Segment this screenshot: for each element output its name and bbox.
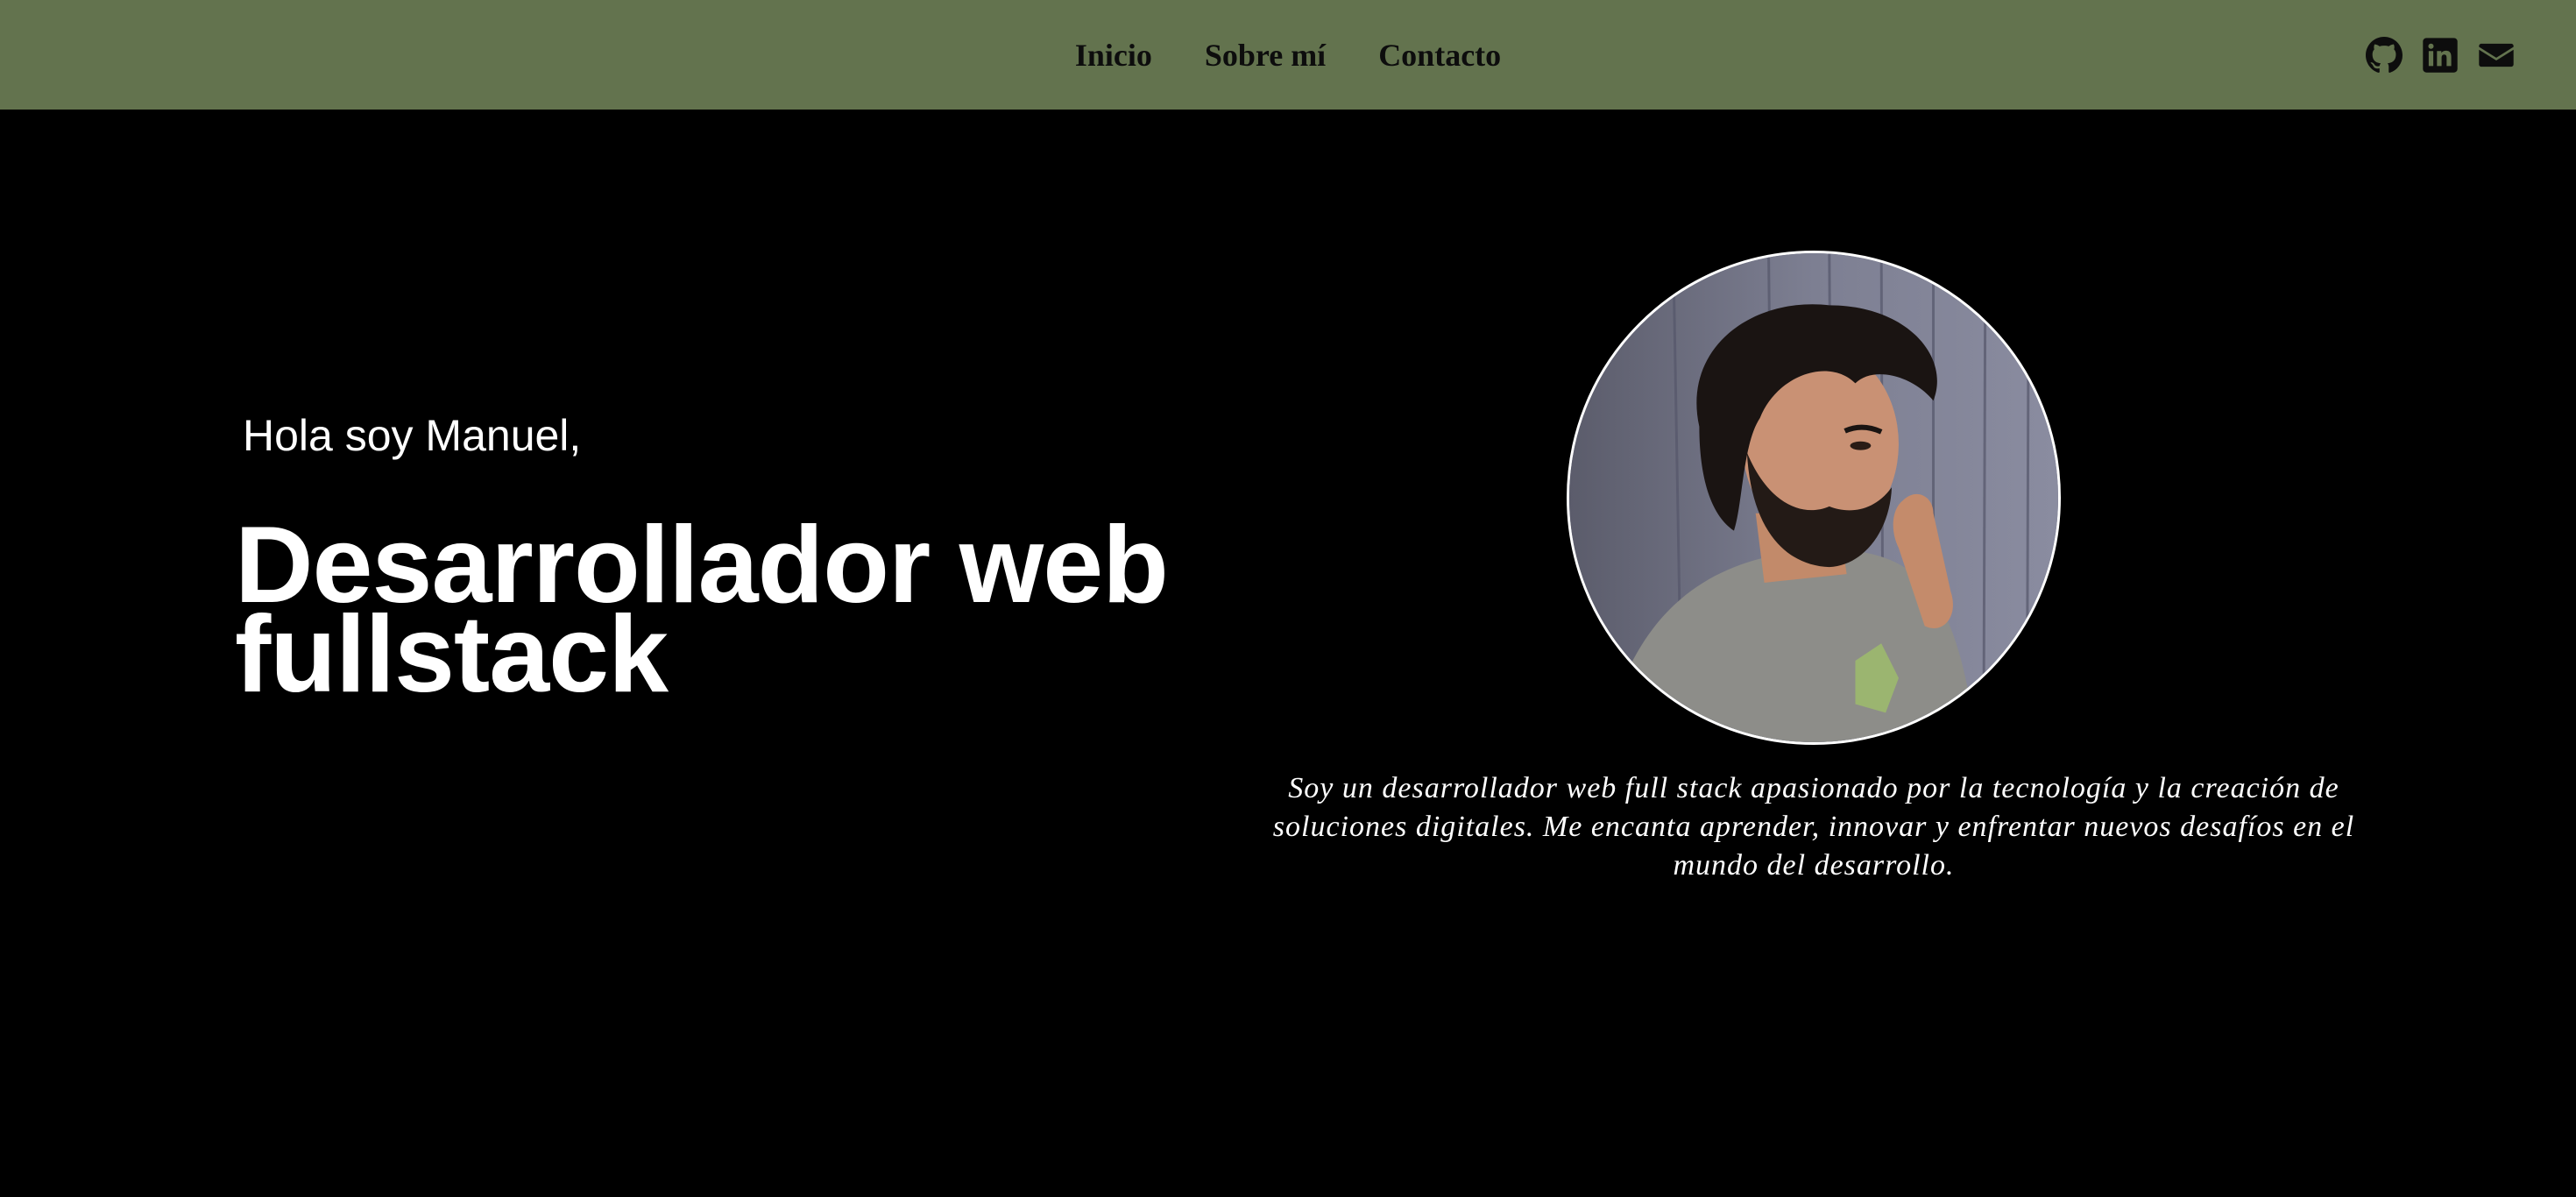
page-title: Desarrollador web fullstack (235, 505, 1169, 715)
nav-links: Inicio Sobre mí Contacto (0, 0, 2576, 110)
github-icon[interactable] (2366, 36, 2403, 74)
nav-link-contacto[interactable]: Contacto (1378, 37, 1501, 74)
navbar: Inicio Sobre mí Contacto (0, 0, 2576, 110)
avatar (1567, 251, 2061, 745)
bio-text: Soy un desarrollador web full stack apas… (1272, 772, 2355, 882)
nav-link-inicio[interactable]: Inicio (1075, 37, 1152, 74)
linkedin-icon[interactable] (2422, 37, 2459, 74)
envelope-icon[interactable] (2478, 37, 2515, 74)
greeting: Hola soy Manuel, (243, 411, 582, 460)
nav-link-sobre-mi[interactable]: Sobre mí (1205, 37, 1326, 74)
social-links (2366, 0, 2515, 110)
